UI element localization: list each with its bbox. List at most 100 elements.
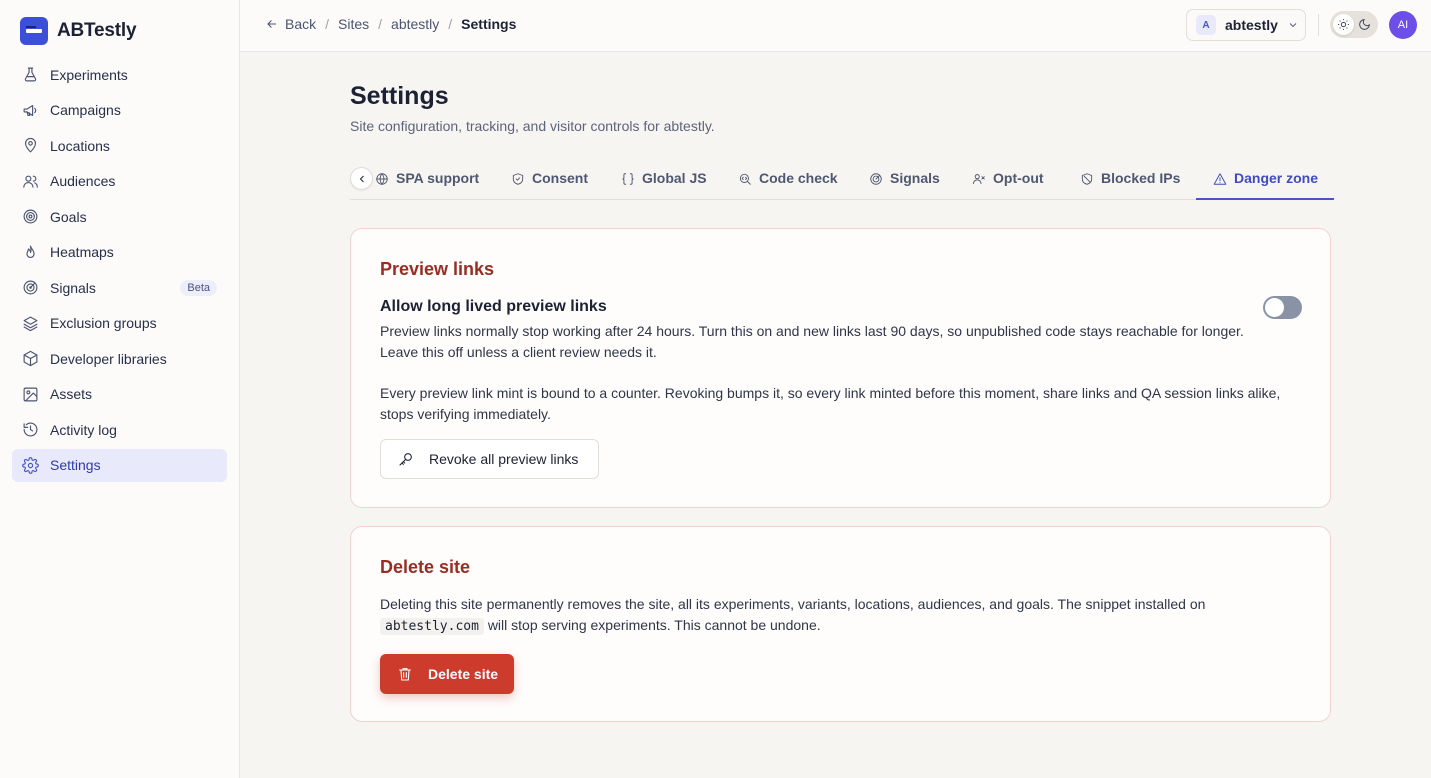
delete-description-after: will stop serving experiments. This cann… bbox=[487, 617, 821, 633]
sidebar-item-label: Exclusion groups bbox=[50, 315, 157, 331]
tab-spa-support[interactable]: SPA support bbox=[375, 164, 479, 200]
package-icon bbox=[23, 350, 38, 367]
sidebar-item-settings[interactable]: Settings bbox=[12, 448, 227, 482]
sidebar-item-heatmaps[interactable]: Heatmaps bbox=[12, 236, 227, 269]
chevron-left-icon bbox=[359, 175, 364, 182]
sidebar-item-label: Audiences bbox=[50, 173, 116, 189]
dark-mode-option[interactable] bbox=[1354, 14, 1375, 35]
header-divider bbox=[1318, 14, 1319, 36]
map-pin-icon bbox=[24, 137, 37, 153]
globe-icon bbox=[376, 173, 388, 185]
arrow-left-icon bbox=[267, 20, 277, 28]
page-subtitle: Site configuration, tracking, and visito… bbox=[350, 118, 715, 134]
delete-button-label: Delete site bbox=[428, 666, 499, 682]
users-icon bbox=[23, 175, 38, 188]
sun-icon bbox=[1338, 19, 1349, 30]
tab-label: Consent bbox=[532, 170, 588, 186]
moon-icon bbox=[1359, 19, 1370, 30]
sidebar-item-campaigns[interactable]: Campaigns bbox=[12, 94, 227, 127]
sidebar-item-label: Developer libraries bbox=[50, 350, 167, 367]
shield-check-icon bbox=[512, 173, 524, 185]
sidebar-item-label: Heatmaps bbox=[50, 244, 114, 260]
sidebar-item-label: Experiments bbox=[50, 66, 128, 83]
delete-site-title: Delete site bbox=[380, 557, 471, 577]
brand-name: ABTestly bbox=[57, 20, 137, 41]
long-lived-links-setting-title: Allow long lived preview links bbox=[380, 298, 607, 315]
tab-label: Signals bbox=[890, 170, 940, 186]
warning-triangle-icon bbox=[1213, 173, 1227, 185]
light-mode-option[interactable] bbox=[1333, 14, 1354, 35]
brand-logo-icon bbox=[20, 17, 48, 45]
sidebar-item-label: Goals bbox=[50, 208, 87, 225]
page-title: Settings bbox=[350, 82, 449, 110]
long-lived-links-toggle[interactable] bbox=[1263, 296, 1302, 319]
user-x-icon bbox=[972, 174, 985, 185]
sidebar-item-label: Campaigns bbox=[50, 102, 121, 118]
braces-icon bbox=[622, 173, 634, 185]
sidebar-item-audiences[interactable]: Audiences bbox=[12, 165, 227, 198]
site-domain: abtestly.com bbox=[380, 618, 484, 635]
sidebar-item-developer-libraries[interactable]: Developer libraries bbox=[12, 342, 227, 375]
sidebar-nav: Experiments Campaigns Locations Audience… bbox=[12, 58, 227, 484]
long-lived-links-description: Preview links normally stop working afte… bbox=[380, 323, 1244, 360]
breadcrumb: Back / Sites / abtestly / Settings bbox=[265, 16, 516, 32]
tab-global-js[interactable]: Global JS bbox=[621, 164, 707, 200]
tab-opt-out[interactable]: Opt-out bbox=[972, 164, 1044, 200]
back-label: Back bbox=[285, 16, 317, 32]
preview-links-card: Preview links Allow long lived preview l… bbox=[350, 228, 1331, 508]
site-avatar: A bbox=[1196, 15, 1216, 35]
flame-icon bbox=[26, 245, 35, 258]
sidebar-item-locations[interactable]: Locations bbox=[12, 129, 227, 162]
breadcrumb-separator: / bbox=[378, 16, 383, 32]
sidebar-item-label: Assets bbox=[50, 386, 93, 402]
tab-code-check[interactable]: Code check bbox=[738, 164, 838, 200]
gear-icon bbox=[22, 456, 39, 474]
delete-description-before: Deleting this site permanently removes t… bbox=[380, 596, 1206, 612]
site-switcher[interactable]: A abtestly bbox=[1186, 9, 1306, 41]
brand[interactable]: ABTestly bbox=[20, 17, 137, 45]
sidebar-item-label: Locations bbox=[50, 137, 110, 154]
breadcrumb-sites[interactable]: Sites bbox=[338, 16, 369, 32]
delete-site-button[interactable]: Delete site bbox=[380, 654, 514, 694]
tab-label: Global JS bbox=[642, 170, 707, 186]
delete-site-description: Deleting this site permanently removes t… bbox=[380, 594, 1280, 637]
ban-shield-icon bbox=[1081, 173, 1093, 185]
sidebar-item-label: Signals bbox=[50, 279, 96, 296]
sidebar-item-assets[interactable]: Assets bbox=[12, 378, 227, 411]
back-link[interactable]: Back bbox=[265, 16, 316, 32]
revoke-button-label: Revoke all preview links bbox=[429, 451, 579, 467]
target-icon bbox=[23, 209, 38, 224]
breadcrumb-separator: / bbox=[448, 16, 453, 32]
sidebar-item-exclusion-groups[interactable]: Exclusion groups bbox=[12, 307, 227, 340]
tab-signals[interactable]: Signals bbox=[869, 164, 940, 200]
tab-label: Code check bbox=[759, 170, 838, 186]
tab-label: Danger zone bbox=[1234, 170, 1319, 186]
revoke-preview-links-button[interactable]: Revoke all preview links bbox=[380, 439, 599, 479]
preview-links-title: Preview links bbox=[380, 259, 495, 279]
radar-icon bbox=[870, 173, 882, 185]
sidebar-item-activity-log[interactable]: Activity log bbox=[12, 413, 227, 446]
radar-icon bbox=[23, 280, 38, 295]
tab-danger-zone[interactable]: Danger zone bbox=[1196, 164, 1335, 200]
trash-icon bbox=[399, 668, 411, 681]
sidebar: ABTestly Experiments Campaigns Locations… bbox=[0, 0, 240, 778]
theme-toggle[interactable] bbox=[1330, 11, 1378, 38]
tab-label: Blocked IPs bbox=[1101, 170, 1181, 186]
sidebar-item-signals[interactable]: Signals Beta bbox=[12, 271, 227, 304]
history-icon bbox=[23, 422, 38, 437]
sidebar-item-experiments[interactable]: Experiments bbox=[12, 58, 227, 91]
top-header: Back / Sites / abtestly / Settings A abt… bbox=[240, 0, 1431, 52]
tab-consent[interactable]: Consent bbox=[511, 164, 588, 200]
tabs-scroll-left-button[interactable] bbox=[350, 167, 373, 190]
settings-tabs: SPA support Consent Global JS Code check… bbox=[350, 164, 1335, 200]
tab-blocked-ips[interactable]: Blocked IPs bbox=[1080, 164, 1180, 200]
sidebar-item-label: Settings bbox=[50, 457, 101, 473]
revoke-description: Every preview link mint is bound to a co… bbox=[380, 385, 1281, 422]
breadcrumb-site[interactable]: abtestly bbox=[391, 16, 439, 32]
user-avatar[interactable]: AI bbox=[1389, 11, 1417, 39]
flask-icon bbox=[24, 67, 37, 82]
beta-badge: Beta bbox=[180, 279, 217, 296]
key-icon bbox=[399, 453, 412, 466]
breadcrumb-separator: / bbox=[325, 16, 330, 32]
sidebar-item-goals[interactable]: Goals bbox=[12, 200, 227, 233]
